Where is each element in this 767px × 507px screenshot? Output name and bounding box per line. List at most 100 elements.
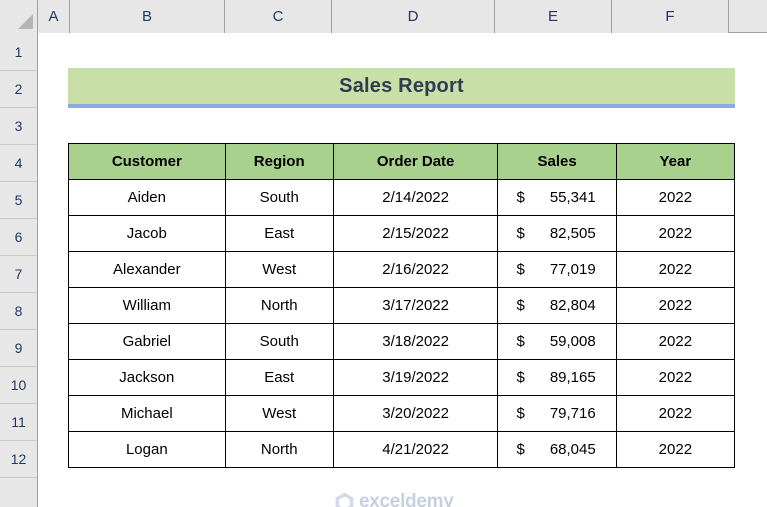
cell-year[interactable]: 2022 (616, 396, 734, 432)
cell-year[interactable]: 2022 (616, 432, 734, 468)
table-body: AidenSouth2/14/2022$55,3412022JacobEast2… (69, 180, 735, 468)
cell-customer[interactable]: Jacob (69, 216, 226, 252)
cell-sales[interactable]: $82,505 (498, 216, 616, 252)
cell-order-date[interactable]: 2/15/2022 (333, 216, 498, 252)
page-title: Sales Report (339, 75, 464, 98)
table-row: WilliamNorth3/17/2022$82,8042022 (69, 288, 735, 324)
cell-sales-amount: 79,716 (550, 405, 596, 422)
spreadsheet-canvas: ABCDEF 123456789101112 Sales Report Cust… (0, 0, 767, 507)
cell-sales-currency: $ (516, 225, 524, 242)
table-row: JacksonEast3/19/2022$89,1652022 (69, 360, 735, 396)
cell-sales-currency: $ (516, 297, 524, 314)
table-row: LoganNorth4/21/2022$68,0452022 (69, 432, 735, 468)
cell-region[interactable]: East (225, 216, 333, 252)
exceldemy-hexagon-logo-icon (335, 492, 354, 507)
cell-region[interactable]: West (225, 252, 333, 288)
column-header-sales[interactable]: Sales (498, 144, 616, 180)
cell-sales[interactable]: $82,804 (498, 288, 616, 324)
cell-grid: Sales Report Customer Region Order Date … (39, 33, 767, 507)
cell-order-date[interactable]: 3/20/2022 (333, 396, 498, 432)
cell-year[interactable]: 2022 (616, 180, 734, 216)
cell-sales[interactable]: $89,165 (498, 360, 616, 396)
row-header-column: 123456789101112 (0, 33, 38, 507)
row-header-1[interactable]: 1 (0, 33, 37, 71)
cell-order-date[interactable]: 4/21/2022 (333, 432, 498, 468)
cell-sales-amount: 59,008 (550, 333, 596, 350)
table-row: AidenSouth2/14/2022$55,3412022 (69, 180, 735, 216)
cell-region[interactable]: West (225, 396, 333, 432)
cell-customer[interactable]: Gabriel (69, 324, 226, 360)
column-header-f[interactable]: F (612, 0, 729, 33)
column-header-year[interactable]: Year (616, 144, 734, 180)
column-header-b[interactable]: B (70, 0, 225, 33)
cell-sales-amount: 77,019 (550, 261, 596, 278)
cell-year[interactable]: 2022 (616, 324, 734, 360)
watermark-brand: exceldemy (359, 491, 453, 507)
cell-customer[interactable]: Jackson (69, 360, 226, 396)
cell-sales[interactable]: $59,008 (498, 324, 616, 360)
cell-sales-currency: $ (516, 441, 524, 458)
table-row: AlexanderWest2/16/2022$77,0192022 (69, 252, 735, 288)
report-title-banner[interactable]: Sales Report (68, 68, 735, 108)
row-header-4[interactable]: 4 (0, 145, 37, 182)
cell-sales-currency: $ (516, 189, 524, 206)
cell-sales-currency: $ (516, 333, 524, 350)
select-all-corner[interactable] (0, 0, 38, 33)
cell-sales-amount: 82,505 (550, 225, 596, 242)
cell-sales-currency: $ (516, 261, 524, 278)
select-all-triangle-icon (18, 14, 33, 29)
cell-region[interactable]: East (225, 360, 333, 396)
cell-sales-currency: $ (516, 369, 524, 386)
cell-sales[interactable]: $68,045 (498, 432, 616, 468)
cell-region[interactable]: South (225, 324, 333, 360)
cell-year[interactable]: 2022 (616, 288, 734, 324)
cell-year[interactable]: 2022 (616, 252, 734, 288)
sales-data-table: Customer Region Order Date Sales Year Ai… (68, 143, 735, 468)
cell-region[interactable]: North (225, 432, 333, 468)
row-header-10[interactable]: 10 (0, 367, 37, 404)
cell-customer[interactable]: Logan (69, 432, 226, 468)
row-header-11[interactable]: 11 (0, 404, 37, 441)
cell-customer[interactable]: Alexander (69, 252, 226, 288)
table-row: MichaelWest3/20/2022$79,7162022 (69, 396, 735, 432)
row-header-3[interactable]: 3 (0, 108, 37, 145)
table-row: JacobEast2/15/2022$82,5052022 (69, 216, 735, 252)
cell-sales-currency: $ (516, 405, 524, 422)
row-header-2[interactable]: 2 (0, 71, 37, 108)
row-header-7[interactable]: 7 (0, 256, 37, 293)
cell-order-date[interactable]: 3/19/2022 (333, 360, 498, 396)
column-header-row: ABCDEF (0, 0, 767, 33)
column-header-a[interactable]: A (38, 0, 70, 33)
column-header-c[interactable]: C (225, 0, 332, 33)
row-header-9[interactable]: 9 (0, 330, 37, 367)
cell-region[interactable]: South (225, 180, 333, 216)
column-header-d[interactable]: D (332, 0, 495, 33)
cell-order-date[interactable]: 2/16/2022 (333, 252, 498, 288)
cell-sales[interactable]: $55,341 (498, 180, 616, 216)
cell-year[interactable]: 2022 (616, 360, 734, 396)
table-header-row: Customer Region Order Date Sales Year (69, 144, 735, 180)
column-header-order-date[interactable]: Order Date (333, 144, 498, 180)
cell-year[interactable]: 2022 (616, 216, 734, 252)
cell-order-date[interactable]: 3/18/2022 (333, 324, 498, 360)
row-header-5[interactable]: 5 (0, 182, 37, 219)
column-header-region[interactable]: Region (225, 144, 333, 180)
row-header-6[interactable]: 6 (0, 219, 37, 256)
cell-sales[interactable]: $79,716 (498, 396, 616, 432)
cell-order-date[interactable]: 2/14/2022 (333, 180, 498, 216)
row-header-12[interactable]: 12 (0, 441, 37, 478)
exceldemy-watermark: exceldemy EXCEL · DATA · BI (335, 491, 453, 507)
cell-customer[interactable]: William (69, 288, 226, 324)
watermark-top-line: exceldemy (335, 491, 453, 507)
column-header-customer[interactable]: Customer (69, 144, 226, 180)
cell-customer[interactable]: Michael (69, 396, 226, 432)
table-row: GabrielSouth3/18/2022$59,0082022 (69, 324, 735, 360)
cell-sales[interactable]: $77,019 (498, 252, 616, 288)
cell-sales-amount: 82,804 (550, 297, 596, 314)
cell-region[interactable]: North (225, 288, 333, 324)
cell-customer[interactable]: Aiden (69, 180, 226, 216)
column-header-e[interactable]: E (495, 0, 612, 33)
cell-sales-amount: 55,341 (550, 189, 596, 206)
cell-order-date[interactable]: 3/17/2022 (333, 288, 498, 324)
row-header-8[interactable]: 8 (0, 293, 37, 330)
